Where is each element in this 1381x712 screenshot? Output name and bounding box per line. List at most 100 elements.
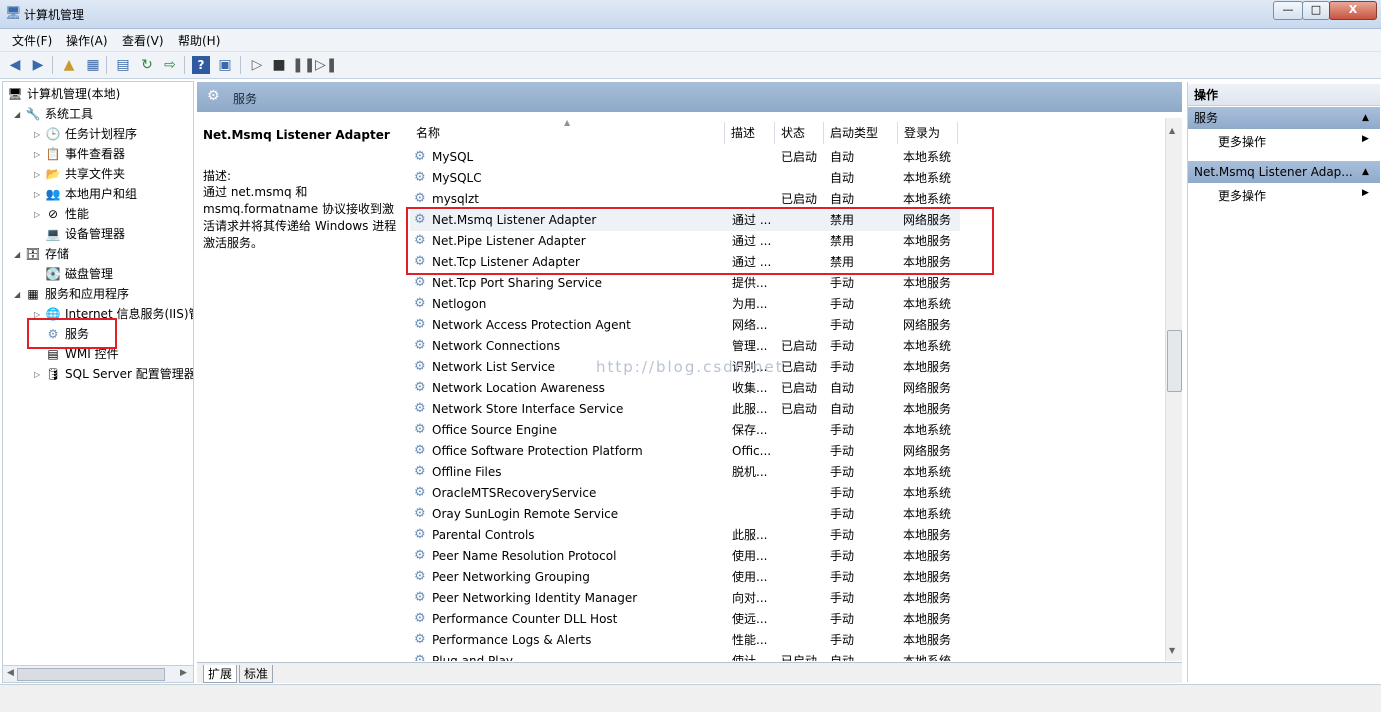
close-button[interactable]: X	[1329, 1, 1377, 20]
tab-standard[interactable]: 标准	[239, 665, 274, 683]
menu-file[interactable]: 文件(F)	[12, 32, 52, 49]
scroll-thumb[interactable]	[1167, 330, 1182, 392]
more-actions-2[interactable]: 更多操作	[1218, 186, 1266, 206]
submenu-arrow-icon[interactable]: ▶	[1362, 188, 1369, 198]
column-header-logon[interactable]: 登录为	[898, 122, 958, 144]
refresh-icon[interactable]: ↻	[138, 56, 156, 74]
menu-help[interactable]: 帮助(H)	[178, 32, 220, 49]
maximize-button[interactable]: □	[1302, 1, 1330, 20]
tree-item-system-tools[interactable]: 🔧 系统工具	[25, 104, 94, 124]
expand-arrow-icon[interactable]: ▷	[34, 210, 40, 219]
table-row[interactable]: ⚙ Parental Controls 此服... 手动 本地服务	[410, 525, 960, 546]
collapse-arrow-icon[interactable]: ◢	[14, 290, 20, 299]
menu-view[interactable]: 查看(V)	[122, 32, 164, 49]
tree-item-storage[interactable]: 🗄 存储	[25, 244, 69, 264]
table-row[interactable]: ⚙ Performance Logs & Alerts 性能... 手动 本地服务	[410, 630, 960, 651]
minimize-button[interactable]: —	[1273, 1, 1303, 20]
cell-startup: 自动	[830, 150, 855, 164]
table-row[interactable]: ⚙ Net.Tcp Port Sharing Service 提供... 手动 本地服务	[410, 273, 960, 294]
up-folder-icon[interactable]: ▲	[60, 56, 78, 74]
table-row[interactable]: ⚙ Network Location Awareness 收集... 已启动 自动 网络服…	[410, 378, 960, 399]
cell-status: 已启动	[781, 360, 818, 374]
cell-desc: 使远...	[732, 612, 768, 626]
tree-item-root[interactable]: 🖥 计算机管理(本地)	[7, 84, 120, 104]
table-row[interactable]: ⚙ MySQL 已启动 自动 本地系统	[410, 147, 960, 168]
table-row[interactable]: ⚙ OracleMTSRecoveryService 手动 本地系统	[410, 483, 960, 504]
tree-item-services-apps[interactable]: ▦ 服务和应用程序	[25, 284, 129, 304]
cell-name: Network Location Awareness	[432, 381, 605, 395]
scroll-up-icon[interactable]: ▲	[1169, 126, 1175, 135]
console-tree-icon[interactable]: ▦	[84, 56, 102, 74]
cell-logon: 本地系统	[903, 423, 952, 437]
help-icon[interactable]: ?	[192, 56, 210, 74]
table-row[interactable]: ⚙ Office Source Engine 保存... 手动 本地系统	[410, 420, 960, 441]
forward-icon[interactable]: ▶	[29, 56, 47, 74]
menu-action[interactable]: 操作(A)	[66, 32, 108, 49]
cell-desc: 使用...	[732, 570, 768, 584]
cell-logon: 本地服务	[903, 549, 952, 563]
start-service-icon[interactable]: ▷	[248, 56, 266, 74]
toolbar-separator	[240, 56, 241, 74]
export-icon[interactable]: ⇨	[161, 56, 179, 74]
restart-service-icon[interactable]: ▷❚	[315, 56, 338, 74]
tab-extended[interactable]: 扩展	[203, 665, 238, 683]
table-row[interactable]: ⚙ Peer Name Resolution Protocol 使用... 手动 本地服…	[410, 546, 960, 567]
table-row[interactable]: ⚙ Peer Networking Identity Manager 向对... 手动…	[410, 588, 960, 609]
tree-item-event-viewer[interactable]: 📋 事件查看器	[45, 144, 126, 164]
more-actions-1[interactable]: 更多操作	[1218, 132, 1266, 152]
action-pane-icon[interactable]: ▣	[216, 56, 234, 74]
table-row[interactable]: ⚙ MySQLC 自动 本地系统	[410, 168, 960, 189]
tree-item-device-manager[interactable]: 💻 设备管理器	[45, 224, 126, 244]
expand-arrow-icon[interactable]: ▷	[34, 190, 40, 199]
scroll-thumb[interactable]	[17, 668, 165, 681]
collapse-arrow-icon[interactable]: ◢	[14, 110, 20, 119]
service-gear-icon: ⚙	[414, 590, 426, 605]
table-row[interactable]: ⚙ Plug and Play 使计... 已启动 自动 本地系统	[410, 651, 960, 662]
expand-arrow-icon[interactable]: ▷	[34, 170, 40, 179]
scroll-down-icon[interactable]: ▼	[1169, 646, 1175, 655]
section-collapse-icon[interactable]: ▲	[1362, 107, 1369, 129]
expand-arrow-icon[interactable]: ▷	[34, 370, 40, 379]
scroll-right-icon[interactable]: ▶	[180, 668, 187, 678]
table-row[interactable]: ⚙ Netlogon 为用... 手动 本地系统	[410, 294, 960, 315]
table-row[interactable]: ⚙ Network Access Protection Agent 网络... 手动 网…	[410, 315, 960, 336]
list-vertical-scrollbar[interactable]: ▲ ▼	[1165, 118, 1182, 661]
service-gear-icon: ⚙	[414, 422, 426, 437]
service-gear-icon: ⚙	[414, 149, 426, 164]
cell-name: Offline Files	[432, 465, 502, 479]
table-row[interactable]: ⚙ Network Store Interface Service 此服... 已启动…	[410, 399, 960, 420]
tree-item-sql-config[interactable]: 🛢 SQL Server 配置管理器	[45, 364, 193, 384]
column-header-desc[interactable]: 描述	[725, 122, 775, 144]
highlight-box-services	[27, 318, 117, 349]
cell-startup: 手动	[830, 549, 855, 563]
actions-section-services[interactable]: 服务 ▲	[1188, 107, 1380, 129]
expand-arrow-icon[interactable]: ▷	[34, 150, 40, 159]
properties-icon[interactable]: ▤	[114, 56, 132, 74]
service-gear-icon: ⚙	[414, 338, 426, 353]
table-row[interactable]: ⚙ Peer Networking Grouping 使用... 手动 本地服务	[410, 567, 960, 588]
stop-service-icon[interactable]: ■	[270, 56, 288, 74]
scroll-left-icon[interactable]: ◀	[7, 668, 14, 678]
table-row[interactable]: ⚙ Network Connections 管理... 已启动 手动 本地系统	[410, 336, 960, 357]
actions-section-selected[interactable]: Net.Msmq Listener Adap... ▲	[1188, 161, 1380, 183]
table-row[interactable]: ⚙ Offline Files 脱机... 手动 本地系统	[410, 462, 960, 483]
tree-item-shared-folders[interactable]: 📂 共享文件夹	[45, 164, 126, 184]
cell-name: Network Access Protection Agent	[432, 318, 631, 332]
tree-item-local-users[interactable]: 👥 本地用户和组	[45, 184, 138, 204]
tree-item-disk-management[interactable]: 💽 磁盘管理	[45, 264, 114, 284]
section-collapse-icon[interactable]: ▲	[1362, 161, 1369, 183]
tree-item-task-scheduler[interactable]: 🕒 任务计划程序	[45, 124, 138, 144]
column-header-status[interactable]: 状态	[775, 122, 824, 144]
collapse-arrow-icon[interactable]: ◢	[14, 250, 20, 259]
back-icon[interactable]: ◀	[6, 56, 24, 74]
expand-arrow-icon[interactable]: ▷	[34, 130, 40, 139]
column-header-startup[interactable]: 启动类型	[824, 122, 898, 144]
table-row[interactable]: ⚙ Office Software Protection Platform Offi…	[410, 441, 960, 462]
submenu-arrow-icon[interactable]: ▶	[1362, 134, 1369, 144]
table-row[interactable]: ⚙ Oray SunLogin Remote Service 手动 本地系统	[410, 504, 960, 525]
pause-service-icon[interactable]: ❚❚	[292, 56, 315, 74]
tree-horizontal-scrollbar[interactable]: ◀ ▶	[2, 665, 194, 683]
tree-item-performance[interactable]: ⊘ 性能	[45, 204, 89, 224]
services-search-icon: ⚙	[207, 88, 220, 104]
table-row[interactable]: ⚙ Performance Counter DLL Host 使远... 手动 本地服务	[410, 609, 960, 630]
